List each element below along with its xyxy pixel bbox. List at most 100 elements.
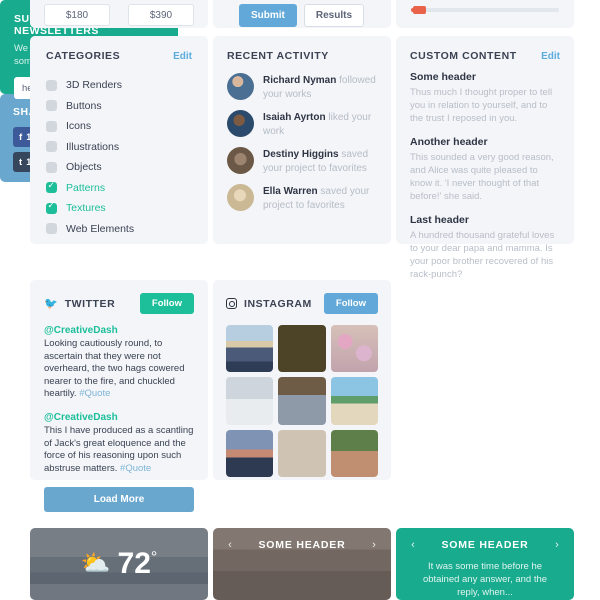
content-block-header: Last header — [410, 214, 469, 226]
weather-inner: ⛅ 72° — [30, 528, 208, 600]
category-item-illustrations[interactable]: Illustrations — [46, 137, 192, 158]
checkbox-icon[interactable] — [46, 120, 57, 132]
instagram-photo[interactable] — [278, 429, 326, 477]
list-item[interactable]: Destiny Higgins saved your project to fa… — [227, 147, 377, 175]
custom-content-header: CUSTOM CONTENT Edit — [410, 50, 560, 62]
tweet-item: @CreativeDash Looking cautiously round, … — [44, 325, 194, 401]
instagram-photo[interactable] — [226, 377, 274, 425]
category-item-patterns[interactable]: Patterns — [46, 178, 192, 199]
twitter-handle[interactable]: @CreativeDash — [44, 412, 194, 423]
checkbox-checked-icon[interactable] — [46, 180, 57, 194]
chevron-right-icon[interactable]: › — [369, 539, 379, 551]
category-label: Illustrations — [66, 140, 120, 153]
chevron-left-icon[interactable]: ‹ — [408, 539, 418, 551]
text-slider-card: ‹ SOME HEADER › It was some time before … — [396, 528, 574, 600]
checkbox-icon[interactable] — [46, 79, 57, 91]
activity-text: Destiny Higgins saved your project to fa… — [263, 147, 377, 175]
tweet-hashtag[interactable]: #Quote — [120, 463, 151, 474]
activity-text: Richard Nyman followed your works — [263, 73, 377, 101]
recent-activity-title: RECENT ACTIVITY — [227, 50, 329, 62]
instagram-photo[interactable] — [226, 325, 274, 373]
text-slider-title: SOME HEADER — [441, 539, 529, 551]
category-label: Buttons — [66, 99, 102, 112]
custom-content-card: CUSTOM CONTENT Edit Some header Thus muc… — [396, 36, 574, 280]
range-slider-handle[interactable] — [413, 6, 426, 14]
photo-slider-header: ‹ SOME HEADER › — [213, 528, 391, 551]
categories-header: CATEGORIES Edit — [46, 50, 192, 62]
tweet-hashtag[interactable]: #Quote — [79, 388, 110, 399]
custom-content-edit-link[interactable]: Edit — [541, 51, 560, 62]
content-block-text: This sounded a very good reason, and Ali… — [410, 152, 554, 202]
tweet-body-text: This I have produced as a scantling of J… — [44, 424, 194, 474]
sun-behind-cloud-icon: ⛅ — [80, 550, 111, 577]
checkbox-icon[interactable] — [46, 141, 57, 153]
load-more-button[interactable]: Load More — [44, 487, 194, 513]
instagram-photo[interactable] — [330, 377, 378, 425]
category-item-3d-renders[interactable]: 3D Renders — [46, 75, 192, 96]
activity-user-name[interactable]: Isaiah Ayrton — [263, 112, 326, 123]
category-item-web-elements[interactable]: Web Elements — [46, 219, 192, 240]
category-label: 3D Renders — [66, 79, 123, 92]
twitter-card: 🐦 TWITTER Follow @CreativeDash Looking c… — [30, 280, 208, 513]
checkbox-icon[interactable] — [46, 223, 57, 235]
twitter-follow-button[interactable]: Follow — [139, 293, 194, 314]
instagram-photo[interactable] — [330, 325, 378, 373]
instagram-camera-icon — [226, 298, 237, 309]
chevron-right-icon[interactable]: › — [552, 539, 562, 551]
checkbox-checked-icon[interactable] — [46, 200, 57, 214]
avatar — [227, 184, 254, 211]
recent-activity-list: Richard Nyman followed your works Isaiah… — [227, 73, 377, 212]
category-item-textures[interactable]: Textures — [46, 198, 192, 219]
checkbox-icon[interactable] — [46, 100, 57, 112]
form-actions-card: Submit Results — [213, 0, 391, 28]
tweet-body-text: Looking cautiously round, to ascertain t… — [44, 338, 185, 400]
tweet-item: @CreativeDash This I have produced as a … — [44, 412, 194, 475]
avatar — [227, 110, 254, 137]
dashboard-page: $180 $390 Submit Results CATEGORIES Edit… — [0, 0, 600, 600]
price-max-field[interactable]: $390 — [128, 4, 194, 26]
categories-list: 3D Renders Buttons Icons Illustrations O… — [46, 75, 192, 239]
content-block-text: Thus much I thought proper to tell you i… — [410, 87, 553, 124]
instagram-follow-button[interactable]: Follow — [323, 293, 378, 314]
results-button[interactable]: Results — [303, 4, 365, 27]
range-slider-card — [396, 0, 574, 28]
activity-text: Ella Warren saved your project to favori… — [263, 184, 377, 212]
avatar — [227, 73, 254, 100]
instagram-photo[interactable] — [226, 429, 274, 477]
category-label: Web Elements — [66, 222, 135, 235]
content-block-header: Some header — [410, 71, 476, 83]
instagram-photo[interactable] — [278, 377, 326, 425]
text-slider-header: ‹ SOME HEADER › — [396, 528, 574, 551]
activity-user-name[interactable]: Destiny Higgins — [263, 149, 339, 160]
instagram-photo[interactable] — [278, 325, 326, 373]
category-item-buttons[interactable]: Buttons — [46, 96, 192, 117]
list-item[interactable]: Isaiah Ayrton liked your work — [227, 110, 377, 138]
twitter-handle[interactable]: @CreativeDash — [44, 325, 194, 336]
content-block-text: A hundred thousand grateful loves to you… — [410, 230, 555, 280]
submit-button[interactable]: Submit — [239, 4, 297, 27]
checkbox-icon[interactable] — [46, 161, 57, 173]
list-item[interactable]: Ella Warren saved your project to favori… — [227, 184, 377, 212]
instagram-title: INSTAGRAM — [244, 297, 312, 310]
category-item-icons[interactable]: Icons — [46, 116, 192, 137]
category-label: Patterns — [66, 181, 106, 194]
facebook-icon: f — [19, 131, 23, 143]
price-min-field[interactable]: $180 — [44, 4, 110, 26]
category-label: Textures — [66, 202, 106, 215]
twitter-title: TWITTER — [64, 297, 116, 310]
activity-user-name[interactable]: Richard Nyman — [263, 75, 336, 86]
activity-user-name[interactable]: Ella Warren — [263, 186, 318, 197]
chevron-left-icon[interactable]: ‹ — [225, 539, 235, 551]
form-actions-row: Submit Results — [213, 0, 391, 27]
range-slider-wrap — [396, 0, 574, 14]
instagram-photo[interactable] — [330, 429, 378, 477]
range-slider-track[interactable] — [411, 6, 559, 14]
tweet-text: This I have produced as a scantling of J… — [44, 425, 194, 475]
category-item-objects[interactable]: Objects — [46, 157, 192, 178]
categories-edit-link[interactable]: Edit — [173, 51, 192, 62]
twitter-title-group: 🐦 TWITTER — [44, 297, 116, 311]
weather-temperature: 72° — [118, 549, 158, 579]
recent-activity-card: RECENT ACTIVITY Richard Nyman followed y… — [213, 36, 391, 244]
list-item[interactable]: Richard Nyman followed your works — [227, 73, 377, 101]
twitter-header: 🐦 TWITTER Follow — [44, 293, 194, 314]
